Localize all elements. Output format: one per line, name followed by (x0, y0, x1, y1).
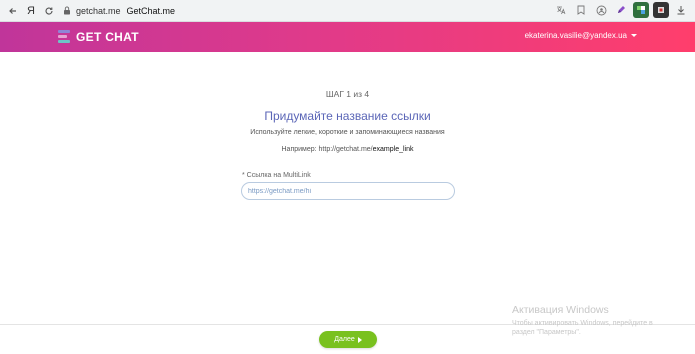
chevron-down-icon (631, 34, 637, 37)
download-icon[interactable] (673, 2, 689, 18)
back-icon[interactable] (4, 2, 22, 20)
example-value: example_link (372, 146, 414, 153)
page-subtitle: Используйте легкие, короткие и запоминаю… (250, 129, 445, 136)
link-field-label: * Ссылка на MultiLink (242, 172, 311, 179)
logo[interactable]: GET CHAT (58, 27, 139, 47)
browser-toolbar: Я getchat.me GetChat.me (0, 0, 695, 22)
page-title: Придумайте название ссылки (264, 109, 431, 123)
site-header: GET CHAT ekaterina.vasilie@yandex.ua (0, 22, 695, 52)
url-domain[interactable]: getchat.me (76, 6, 121, 16)
step-indicator: ШАГ 1 из 4 (325, 89, 370, 99)
bookmark-icon[interactable] (573, 2, 589, 18)
pen-extension-icon[interactable] (613, 2, 629, 18)
extension-icon[interactable] (633, 2, 649, 18)
example-prefix: Например: http://getchat.me/ (281, 146, 373, 153)
link-input[interactable] (241, 182, 455, 200)
next-button[interactable]: Далее (319, 331, 377, 348)
play-icon (357, 336, 362, 343)
logo-icon (58, 27, 70, 47)
user-menu[interactable]: ekaterina.vasilie@yandex.ua (525, 31, 637, 40)
user-email: ekaterina.vasilie@yandex.ua (524, 31, 627, 40)
watermark-line: раздел "Параметры". (512, 329, 581, 336)
extension-icon[interactable] (653, 2, 669, 18)
next-button-label: Далее (334, 336, 355, 343)
reload-icon[interactable] (40, 2, 58, 20)
windows-activation-watermark: Активация Windows Чтобы активировать Win… (512, 304, 653, 337)
tab-title[interactable]: GetChat.me (127, 6, 176, 16)
password-icon[interactable] (593, 2, 609, 18)
translate-icon[interactable] (553, 2, 569, 18)
lock-icon[interactable] (62, 6, 72, 16)
watermark-title: Активация Windows (512, 304, 609, 316)
yandex-icon[interactable]: Я (22, 2, 40, 20)
watermark-line: Чтобы активировать Windows, перейдите в (512, 320, 653, 327)
example-text: Например: http://getchat.me/example_link (0, 146, 695, 153)
logo-text: GET CHAT (76, 30, 139, 44)
